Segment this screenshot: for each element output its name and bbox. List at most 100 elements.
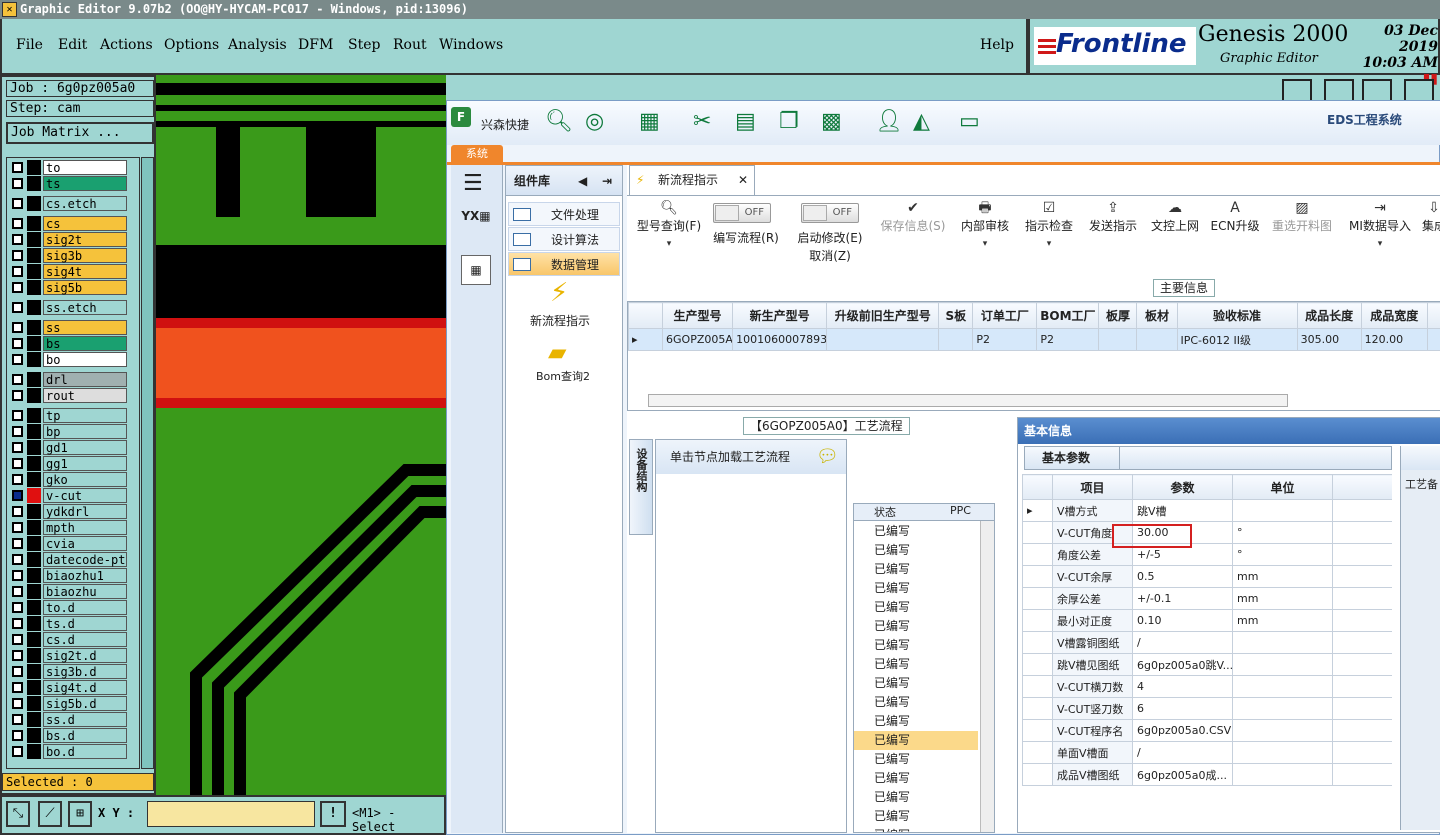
grid-cell[interactable]: IPC-6012 II级 (1176, 328, 1298, 351)
layer-checkbox[interactable] (12, 234, 23, 245)
layer-row[interactable]: bs (9, 336, 127, 351)
grid-header[interactable]: S板 (938, 302, 974, 329)
param-cell[interactable] (1232, 499, 1333, 522)
module-new-flow[interactable]: 新流程指示 (530, 312, 590, 329)
param-cell[interactable]: +/-0.1 (1132, 587, 1233, 610)
layer-row[interactable]: sig3b.d (9, 664, 127, 679)
status-row[interactable]: 已编写 (854, 788, 978, 807)
system-tab[interactable]: 系统 (451, 145, 503, 162)
param-cell[interactable]: 跳V槽 (1132, 499, 1233, 522)
layer-checkbox[interactable] (12, 682, 23, 693)
status-row[interactable]: 已编写 (854, 674, 978, 693)
status-scrollbar[interactable] (980, 521, 994, 832)
layer-row[interactable]: ss.d (9, 712, 127, 727)
layer-row[interactable]: sig2t (9, 232, 127, 247)
layer-row[interactable]: cs.d (9, 632, 127, 647)
grid-cell[interactable]: P2 (972, 328, 1038, 351)
write-flow-toggle[interactable]: OFF (713, 203, 771, 223)
layer-checkbox[interactable] (12, 322, 23, 333)
layer-row[interactable]: mpth (9, 520, 127, 535)
layer-row[interactable]: gd1 (9, 440, 127, 455)
layer-checkbox[interactable] (12, 266, 23, 277)
layer-row[interactable]: cvia (9, 536, 127, 551)
status-row[interactable]: 已编写 (854, 598, 978, 617)
grid-cell[interactable] (1136, 328, 1178, 351)
menu-step[interactable]: Step (348, 37, 380, 53)
layer-checkbox[interactable] (12, 390, 23, 401)
param-cell[interactable]: 0.10 (1132, 609, 1233, 632)
layer-checkbox[interactable] (12, 162, 23, 173)
layer-checkbox[interactable] (12, 634, 23, 645)
layer-checkbox[interactable] (12, 302, 23, 313)
grid-cell[interactable]: 6GOPZ005A0 (662, 328, 734, 351)
layer-checkbox[interactable] (12, 746, 23, 757)
status-row[interactable]: 已编写 (854, 636, 978, 655)
layer-row[interactable]: datecode-pt (9, 552, 127, 567)
save-info-button[interactable]: ✔ 保存信息(S) (877, 199, 949, 235)
param-cell[interactable]: 4 (1132, 675, 1233, 698)
main-info-hscroll[interactable] (648, 394, 1288, 407)
nav-file-processing[interactable]: 文件处理 (508, 202, 620, 226)
yx-icon[interactable]: YX▦ (459, 209, 493, 241)
basic-params-tab[interactable]: 基本参数 (1032, 446, 1120, 470)
layer-row[interactable]: gko (9, 472, 127, 487)
status-row[interactable]: 已编写 (854, 750, 978, 769)
param-cell[interactable]: mm (1232, 587, 1333, 610)
param-cell[interactable]: V-CUT竖刀数 (1052, 697, 1133, 720)
layer-checkbox[interactable] (12, 426, 23, 437)
close-tab-icon[interactable]: ✕ (738, 166, 748, 194)
layer-checkbox[interactable] (12, 474, 23, 485)
param-cell[interactable]: mm (1232, 565, 1333, 588)
layer-checkbox[interactable] (12, 538, 23, 549)
nav-data-management[interactable]: 数据管理 (508, 252, 620, 276)
layer-row[interactable]: to (9, 160, 127, 175)
layer-row[interactable]: rout (9, 388, 127, 403)
layer-row[interactable]: bp (9, 424, 127, 439)
param-cell[interactable]: 最小对正度 (1052, 609, 1133, 632)
param-cell[interactable]: 6g0pz005a0.CSV (1132, 719, 1233, 742)
layer-checkbox[interactable] (12, 602, 23, 613)
menu-windows[interactable]: Windows (439, 37, 503, 53)
status-row[interactable]: 已编写 (854, 826, 978, 832)
lightning-icon[interactable]: ⚡ (550, 278, 568, 308)
help-ring-icon[interactable]: ◎ (585, 109, 604, 134)
layer-row[interactable]: cs.etch (9, 196, 127, 211)
param-cell[interactable]: V槽方式 (1052, 499, 1133, 522)
menu-options[interactable]: Options (164, 37, 219, 53)
status-row[interactable]: 已编写 (854, 541, 978, 560)
menu-analysis[interactable]: Analysis (228, 37, 287, 53)
send-instruction-button[interactable]: ⇪ 发送指示 (1085, 199, 1141, 235)
param-row[interactable]: 成品V槽图纸 6g0pz005a0成... (1022, 763, 1392, 786)
grid-cell[interactable]: 120.00 (1360, 328, 1428, 351)
param-header[interactable]: 参数 (1132, 474, 1233, 500)
measure-tool-icon[interactable]: ⟋ (38, 801, 62, 827)
layer-checkbox[interactable] (12, 730, 23, 741)
layer-checkbox[interactable] (12, 698, 23, 709)
layer-checkbox[interactable] (12, 374, 23, 385)
layer-checkbox[interactable] (12, 490, 23, 501)
grid-header[interactable]: 升级前旧生产型号 (826, 302, 940, 329)
layer-row[interactable]: bo (9, 352, 127, 367)
zoom-tool-icon[interactable]: ⤡ (6, 801, 30, 827)
layer-checkbox[interactable] (12, 650, 23, 661)
param-cell[interactable] (1232, 741, 1333, 764)
layer-row[interactable]: biaozhu (9, 584, 127, 599)
equipment-structure-tab[interactable]: 设备结构 (629, 439, 653, 535)
param-cell[interactable]: 0.5 (1132, 565, 1233, 588)
folder-icon[interactable]: ▰ (548, 338, 566, 366)
param-cell[interactable] (1232, 697, 1333, 720)
layer-checkbox[interactable] (12, 506, 23, 517)
layer-checkbox[interactable] (12, 586, 23, 597)
grid-tool-icon[interactable]: ⊞ (68, 801, 92, 827)
param-cell[interactable]: V-CUT余厚 (1052, 565, 1133, 588)
grid-header[interactable]: 成品宽度 (1360, 302, 1428, 329)
layer-row[interactable]: tp (9, 408, 127, 423)
xy-input[interactable] (147, 801, 315, 827)
param-cell[interactable]: 6g0pz005a0跳V... (1132, 653, 1233, 676)
layer-row[interactable]: to.d (9, 600, 127, 615)
layer-checkbox[interactable] (12, 338, 23, 349)
layer-checkbox[interactable] (12, 618, 23, 629)
grid-header[interactable]: 验收标准 (1176, 302, 1298, 329)
param-cell[interactable]: V-CUT程序名 (1052, 719, 1133, 742)
param-cell[interactable] (1232, 631, 1333, 654)
